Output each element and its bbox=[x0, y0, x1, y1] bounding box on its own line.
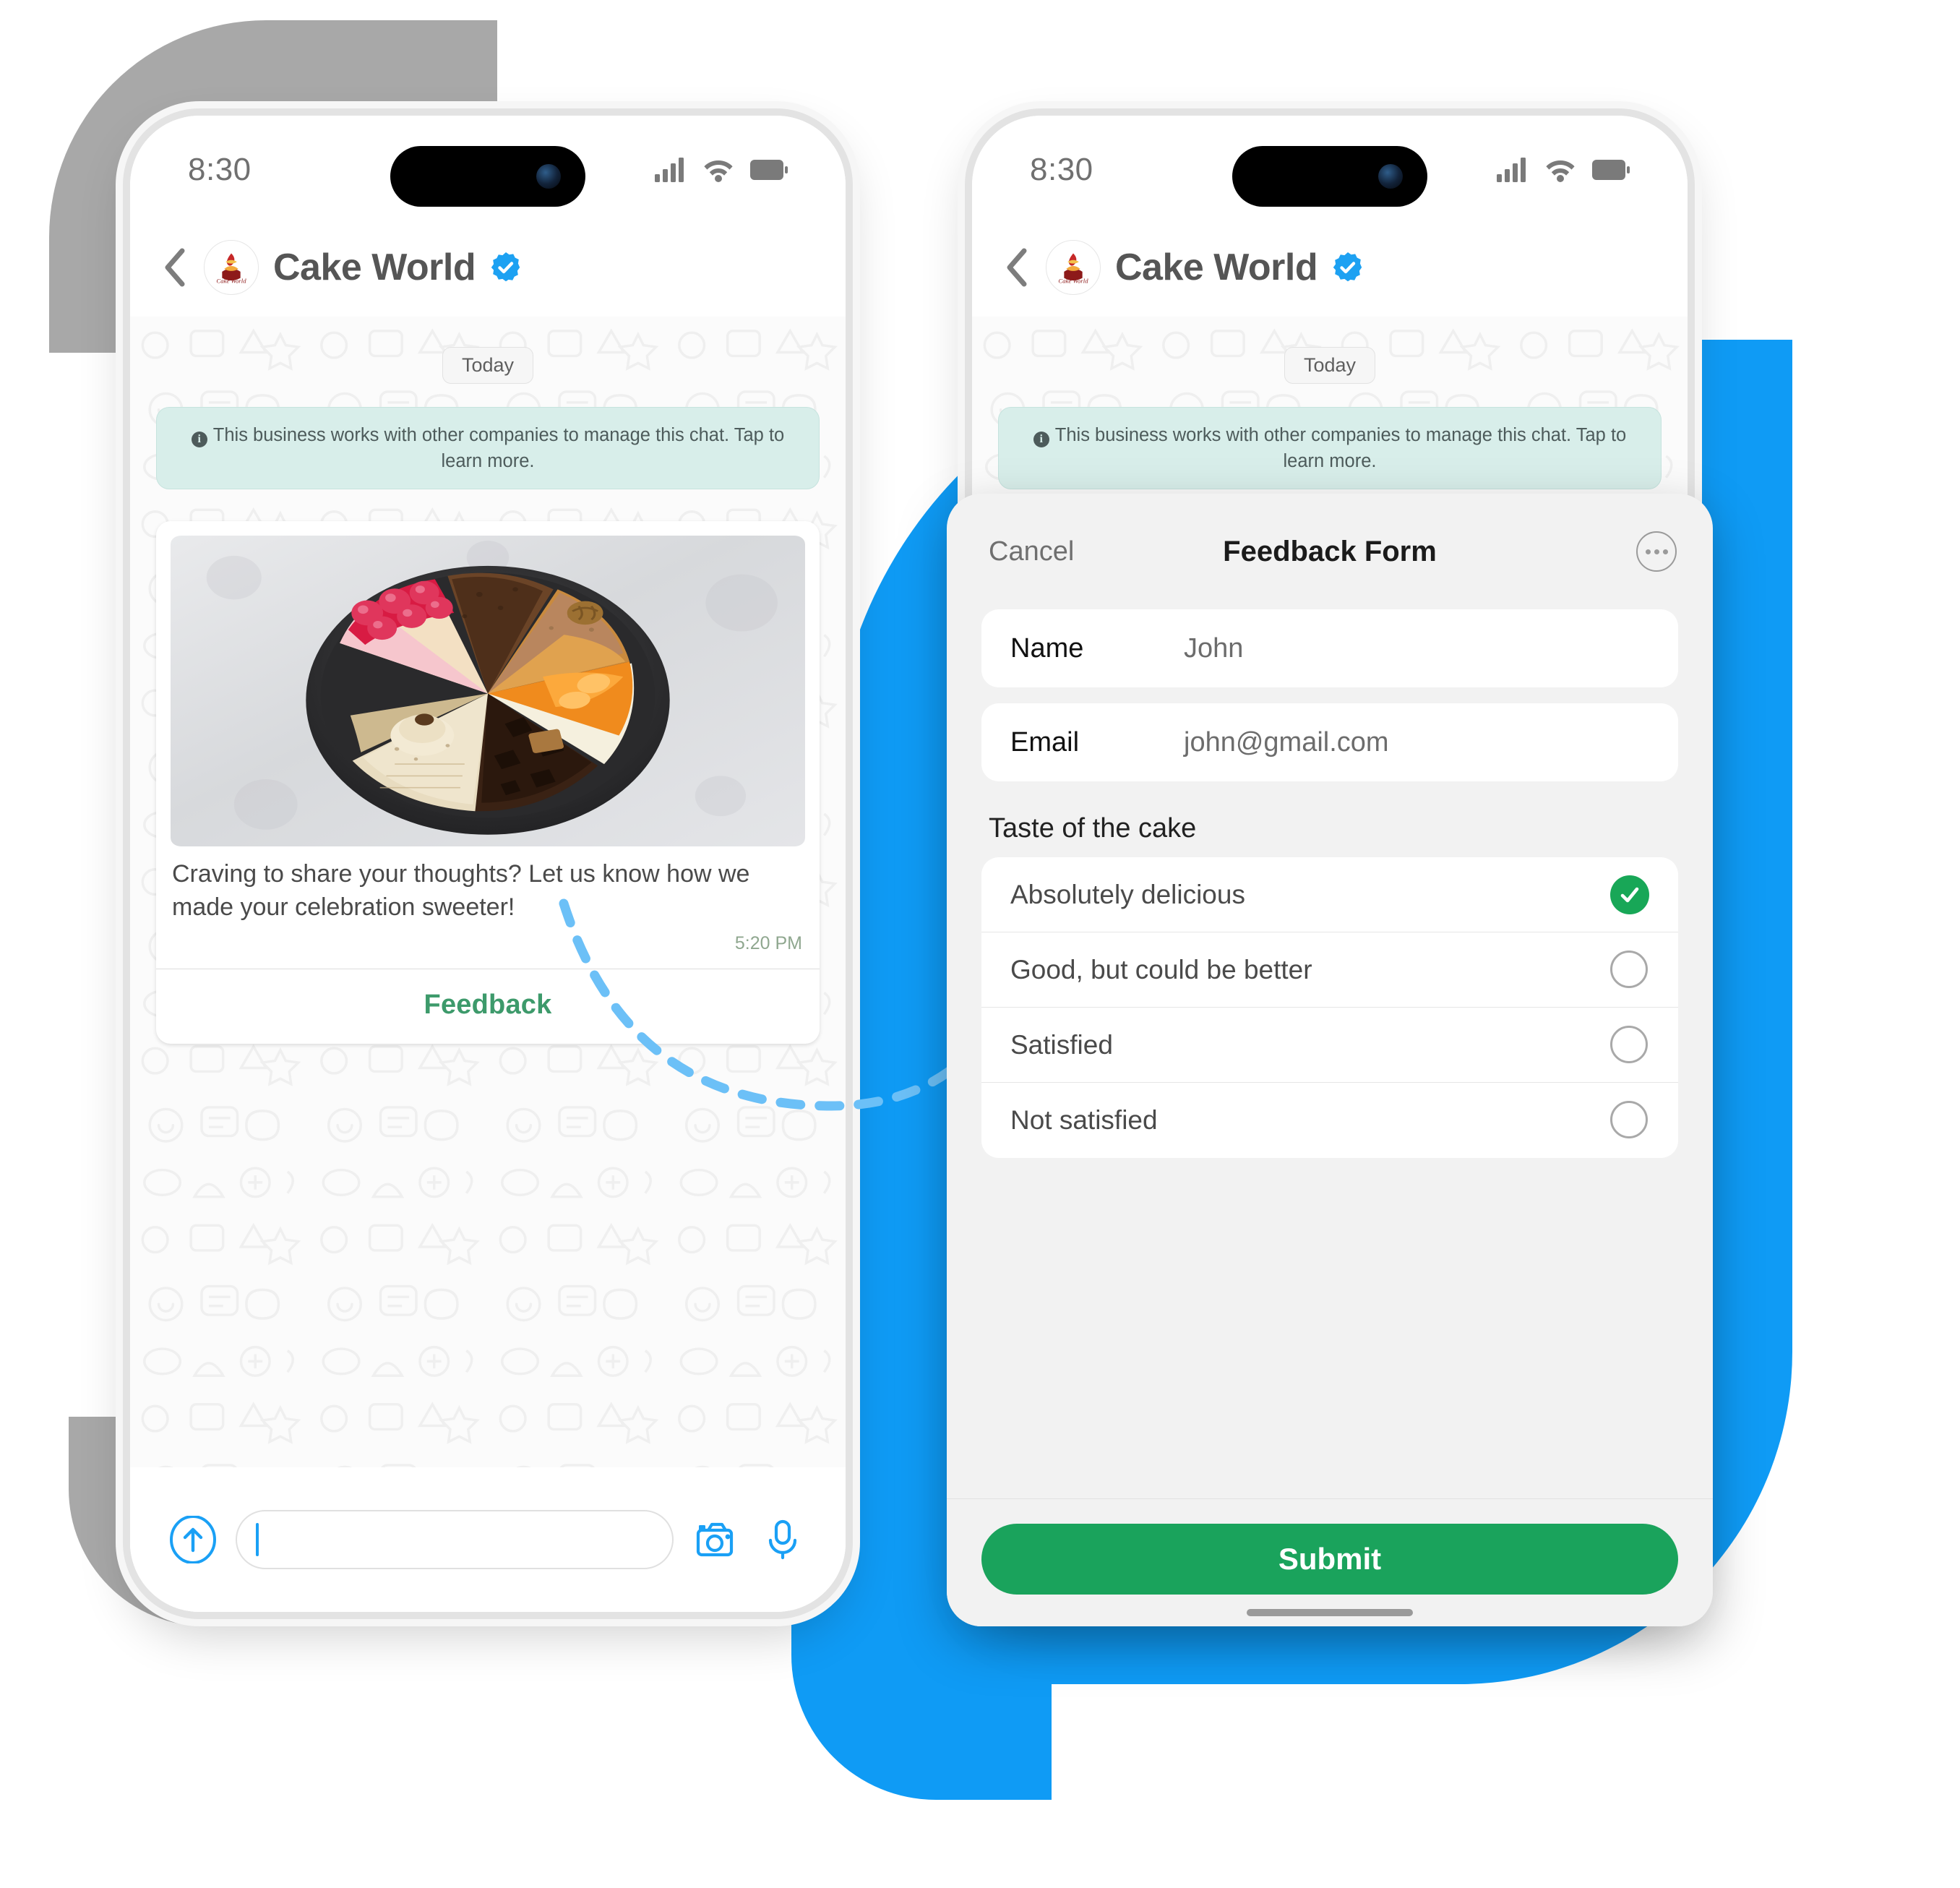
message-input[interactable] bbox=[236, 1510, 674, 1569]
status-icons bbox=[655, 158, 788, 182]
radio-circle bbox=[1610, 1101, 1648, 1138]
poster-canvas: 8:30 Cake World Cake World Today i This … bbox=[0, 0, 1960, 1888]
sheet-body: Name John Email john@gmail.com Taste of … bbox=[947, 593, 1713, 1498]
status-icons-2 bbox=[1497, 158, 1630, 182]
cake-logo-glyph-2: Cake World bbox=[1046, 241, 1100, 294]
business-info-banner[interactable]: i This business works with other companie… bbox=[156, 407, 820, 490]
submit-button[interactable]: Submit bbox=[981, 1524, 1678, 1595]
day-separator-2: Today bbox=[972, 317, 1688, 384]
option-row-not-satisfied[interactable]: Not satisfied bbox=[981, 1083, 1678, 1158]
option-label: Not satisfied bbox=[1010, 1105, 1158, 1135]
verified-badge-icon-2 bbox=[1333, 252, 1362, 282]
dynamic-island bbox=[390, 146, 585, 207]
option-row-good-but-could-be-better[interactable]: Good, but could be better bbox=[981, 932, 1678, 1008]
sheet-header: Cancel Feedback Form bbox=[947, 494, 1713, 593]
chat-title: Cake World bbox=[273, 246, 476, 288]
chat-message-list[interactable]: Today i This business works with other co… bbox=[130, 317, 846, 1612]
radio-circle bbox=[1610, 1025, 1648, 1063]
chat-header: Cake World Cake World bbox=[130, 224, 846, 317]
radio-unselected-icon[interactable] bbox=[1610, 950, 1649, 990]
dynamic-island-2 bbox=[1232, 146, 1427, 207]
radio-selected-icon[interactable] bbox=[1610, 875, 1649, 914]
status-time-2: 8:30 bbox=[1030, 152, 1093, 187]
message-media[interactable] bbox=[156, 521, 820, 847]
cancel-button[interactable]: Cancel bbox=[989, 536, 1074, 567]
email-field-label: Email bbox=[1010, 726, 1080, 758]
option-row-absolutely-delicious[interactable]: Absolutely delicious bbox=[981, 857, 1678, 932]
feedback-form-sheet: Cancel Feedback Form Name John Email joh… bbox=[947, 494, 1713, 1626]
chat-screen: 8:30 Cake World Cake World Today i This … bbox=[130, 116, 846, 1612]
day-separator-label: Today bbox=[442, 347, 534, 384]
home-indicator bbox=[1247, 1609, 1413, 1616]
back-chevron-icon-2[interactable] bbox=[1002, 247, 1031, 288]
dot bbox=[1654, 549, 1659, 554]
status-bar-2: 8:30 bbox=[972, 116, 1688, 224]
microphone-icon[interactable] bbox=[759, 1516, 807, 1563]
message-composer bbox=[130, 1467, 846, 1612]
email-field-value: john@gmail.com bbox=[1184, 726, 1389, 758]
business-info-text-2: This business works with other companies… bbox=[1054, 425, 1627, 472]
cellular-signal-icon bbox=[655, 158, 684, 182]
dot bbox=[1645, 549, 1651, 554]
front-camera-icon-2 bbox=[1378, 164, 1403, 189]
radio-circle bbox=[1610, 950, 1648, 988]
day-separator: Today bbox=[130, 317, 846, 384]
checkmark-icon bbox=[1620, 887, 1639, 902]
plus-circle-icon[interactable] bbox=[169, 1516, 217, 1563]
camera-icon[interactable] bbox=[692, 1516, 740, 1563]
business-info-text: This business works with other companies… bbox=[212, 425, 785, 472]
radio-unselected-icon[interactable] bbox=[1610, 1101, 1649, 1140]
message-text: Craving to share your thoughts? Let us k… bbox=[172, 860, 750, 921]
info-icon-2: i bbox=[1033, 432, 1049, 447]
status-bar: 8:30 bbox=[130, 116, 846, 224]
chat-title-2: Cake World bbox=[1115, 246, 1318, 288]
option-label: Good, but could be better bbox=[1010, 954, 1312, 984]
more-options-icon[interactable] bbox=[1636, 531, 1677, 572]
svg-text:Cake World: Cake World bbox=[216, 277, 246, 284]
name-field-row[interactable]: Name John bbox=[981, 609, 1678, 687]
question-title: Taste of the cake bbox=[989, 813, 1197, 844]
email-field-row[interactable]: Email john@gmail.com bbox=[981, 703, 1678, 781]
cake-world-logo-2[interactable]: Cake World bbox=[1046, 240, 1101, 295]
cake-world-logo[interactable]: Cake World bbox=[204, 240, 259, 295]
sheet-footer: Submit bbox=[947, 1498, 1713, 1626]
option-label: Satisfied bbox=[1010, 1029, 1113, 1060]
battery-icon-2 bbox=[1592, 160, 1630, 180]
name-field-label: Name bbox=[1010, 632, 1084, 664]
message-timestamp: 5:20 PM bbox=[734, 932, 802, 953]
feedback-button[interactable]: Feedback bbox=[156, 969, 820, 1044]
name-field-value: John bbox=[1184, 632, 1244, 664]
chat-header-2: Cake World Cake World bbox=[972, 224, 1688, 317]
back-chevron-icon[interactable] bbox=[160, 247, 189, 288]
option-row-satisfied[interactable]: Satisfied bbox=[981, 1008, 1678, 1083]
front-camera-icon bbox=[536, 164, 561, 189]
sheet-title: Feedback Form bbox=[1223, 535, 1437, 567]
phone-mockup-chat: 8:30 Cake World Cake World Today i This … bbox=[130, 116, 846, 1612]
cake-logo-glyph: Cake World bbox=[205, 241, 258, 294]
text-caret bbox=[256, 1523, 259, 1556]
info-icon: i bbox=[191, 432, 207, 447]
day-separator-label-2: Today bbox=[1284, 347, 1376, 384]
taste-options-group: Absolutely delicious Good, but could be … bbox=[981, 857, 1678, 1158]
cellular-signal-icon-2 bbox=[1497, 158, 1526, 182]
svg-text:Cake World: Cake World bbox=[1058, 277, 1088, 284]
feedback-message-card: Craving to share your thoughts? Let us k… bbox=[156, 521, 820, 1044]
status-time: 8:30 bbox=[188, 152, 252, 187]
wifi-icon bbox=[704, 160, 733, 182]
verified-badge-icon bbox=[491, 252, 520, 282]
radio-unselected-icon[interactable] bbox=[1610, 1025, 1649, 1065]
option-label: Absolutely delicious bbox=[1010, 879, 1245, 909]
cake-photo bbox=[171, 536, 805, 847]
business-info-banner-2[interactable]: i This business works with other companie… bbox=[998, 407, 1662, 490]
dot bbox=[1662, 549, 1668, 554]
wifi-icon-2 bbox=[1546, 160, 1575, 182]
checkmark-circle bbox=[1610, 875, 1649, 914]
battery-icon bbox=[750, 160, 788, 180]
